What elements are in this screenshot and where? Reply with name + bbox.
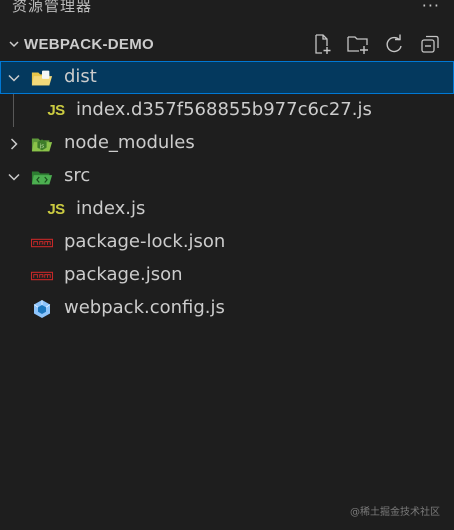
npm-json-icon <box>31 233 53 253</box>
tree-item-label: node_modules <box>64 132 195 153</box>
js-file-icon: JS <box>47 200 65 218</box>
folder-node-icon: js <box>31 134 53 154</box>
explorer-panel: 资源管理器 ··· WEBPACK-DEMO dist JS index.d35… <box>0 0 454 530</box>
tree-item-index-js[interactable]: JS index.js <box>0 193 454 226</box>
npm-json-icon <box>31 266 53 286</box>
tree-item-label: index.d357f568855b977c6c27.js <box>76 99 372 120</box>
tree-item-label: webpack.config.js <box>64 297 225 318</box>
tree-item-webpack-config[interactable]: webpack.config.js <box>0 292 454 325</box>
collapse-all-icon[interactable] <box>418 32 442 56</box>
file-tree: dist JS index.d357f568855b977c6c27.js js… <box>0 61 454 325</box>
tree-item-package-json[interactable]: package.json <box>0 259 454 292</box>
folder-src-icon <box>31 167 53 187</box>
new-folder-icon[interactable] <box>346 32 370 56</box>
new-file-icon[interactable] <box>310 32 334 56</box>
tree-item-bundle-js[interactable]: JS index.d357f568855b977c6c27.js <box>0 94 454 127</box>
tree-item-src[interactable]: src <box>0 160 454 193</box>
explorer-titlebar: 资源管理器 ··· <box>0 0 454 16</box>
tree-item-label: package.json <box>64 264 183 285</box>
tree-item-label: package-lock.json <box>64 231 226 252</box>
folder-dist-icon <box>31 68 53 88</box>
workspace-title: WEBPACK-DEMO <box>24 35 154 53</box>
chevron-down-icon <box>9 41 19 48</box>
workspace-section-header[interactable]: WEBPACK-DEMO <box>0 28 454 60</box>
indent-guide <box>13 94 14 127</box>
chevron-down-icon[interactable] <box>7 170 21 184</box>
chevron-right-icon[interactable] <box>7 137 21 151</box>
js-file-icon: JS <box>47 101 65 119</box>
tree-item-label: dist <box>64 66 97 87</box>
svg-text:js: js <box>39 144 45 150</box>
webpack-icon <box>31 299 53 319</box>
watermark: @稀土掘金技术社区 <box>350 507 440 518</box>
tree-item-label: index.js <box>76 198 146 219</box>
explorer-title: 资源管理器 <box>12 0 93 15</box>
tree-item-package-lock[interactable]: package-lock.json <box>0 226 454 259</box>
section-actions <box>310 32 442 56</box>
more-actions-button[interactable]: ··· <box>422 0 440 15</box>
refresh-icon[interactable] <box>382 32 406 56</box>
chevron-down-icon[interactable] <box>7 71 21 85</box>
tree-item-dist[interactable]: dist <box>0 61 454 94</box>
tree-item-label: src <box>64 165 91 186</box>
tree-item-node-modules[interactable]: js node_modules <box>0 127 454 160</box>
